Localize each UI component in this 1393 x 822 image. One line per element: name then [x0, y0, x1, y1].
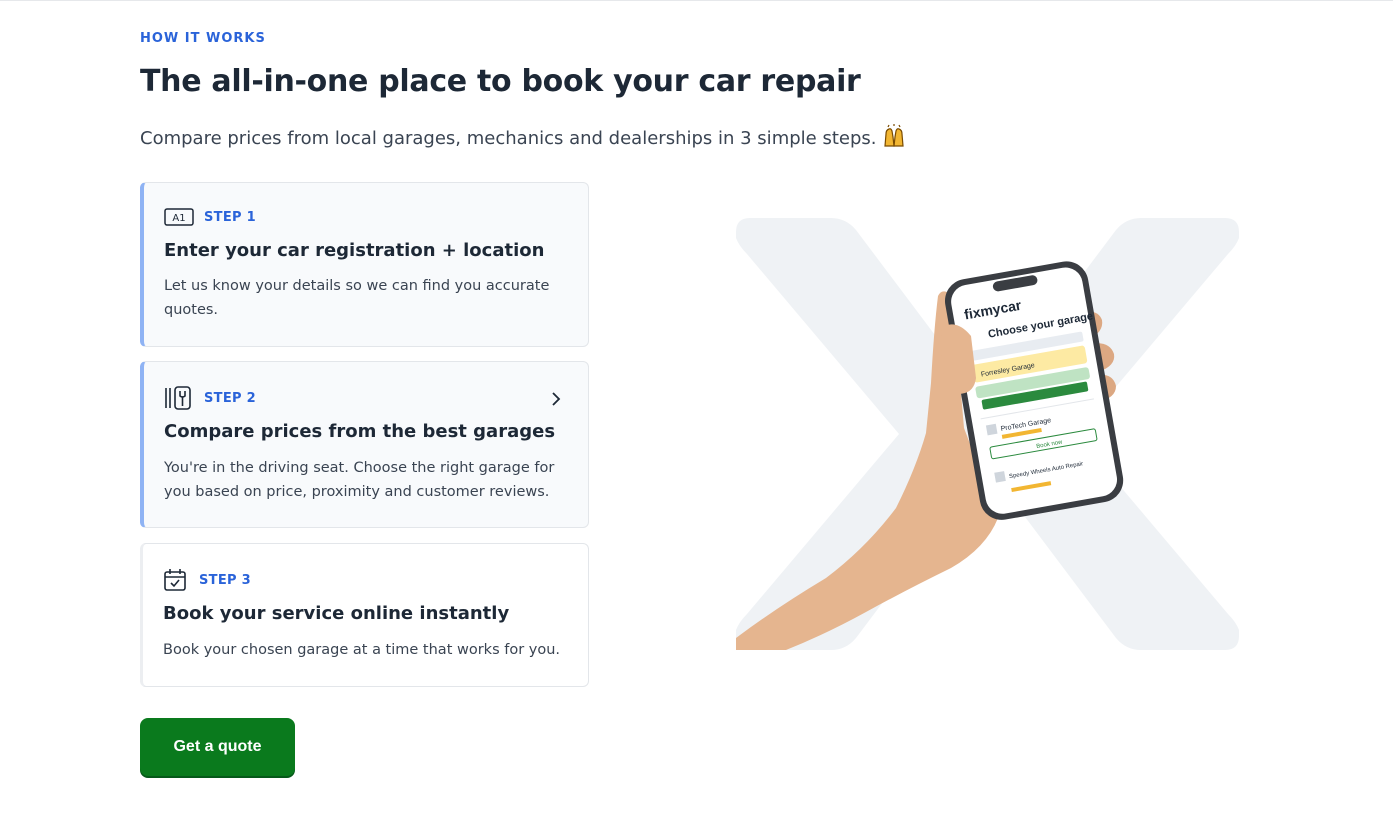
calendar-check-icon — [163, 568, 189, 592]
step-card-1[interactable]: A1 STEP 1 Enter your car registration + … — [140, 182, 589, 347]
get-a-quote-button[interactable]: Get a quote — [140, 718, 295, 776]
hand-holding-phone-illustration: fixmycar Choose your garage Forresley Ga… — [736, 218, 1239, 650]
step-1-header: A1 STEP 1 — [164, 205, 256, 229]
step-1-description: Let us know your details so we can find … — [164, 278, 550, 318]
page-subtitle: Compare prices from local garages, mecha… — [140, 124, 906, 149]
step-1-label: STEP 1 — [204, 209, 257, 225]
subtitle-text: Compare prices from local garages, mecha… — [140, 128, 877, 149]
step-2-title: Compare prices from the best garages — [164, 421, 556, 442]
registration-plate-icon: A1 — [164, 205, 194, 229]
step-3-label: STEP 3 — [199, 572, 252, 588]
section-eyebrow: HOW IT WORKS — [140, 31, 266, 46]
step-2-header: STEP 2 — [164, 386, 256, 410]
step-3-title: Book your service online instantly — [163, 603, 510, 624]
top-divider — [0, 0, 1393, 1]
svg-text:A1: A1 — [172, 213, 185, 224]
step-card-2[interactable]: STEP 2 Compare prices from the best gara… — [140, 361, 589, 528]
garage-tools-icon — [164, 386, 194, 410]
step-card-3[interactable]: STEP 3 Book your service online instantl… — [140, 543, 589, 687]
page-title: The all-in-one place to book your car re… — [140, 64, 861, 99]
step-1-title: Enter your car registration + location — [164, 240, 545, 261]
step-3-description: Book your chosen garage at a time that w… — [163, 642, 561, 658]
step-3-header: STEP 3 — [163, 568, 251, 592]
chevron-right-icon[interactable] — [550, 390, 562, 408]
step-2-description: You're in the driving seat. Choose the r… — [164, 460, 555, 500]
step-2-label: STEP 2 — [204, 390, 257, 406]
raised-hands-icon — [884, 124, 905, 147]
